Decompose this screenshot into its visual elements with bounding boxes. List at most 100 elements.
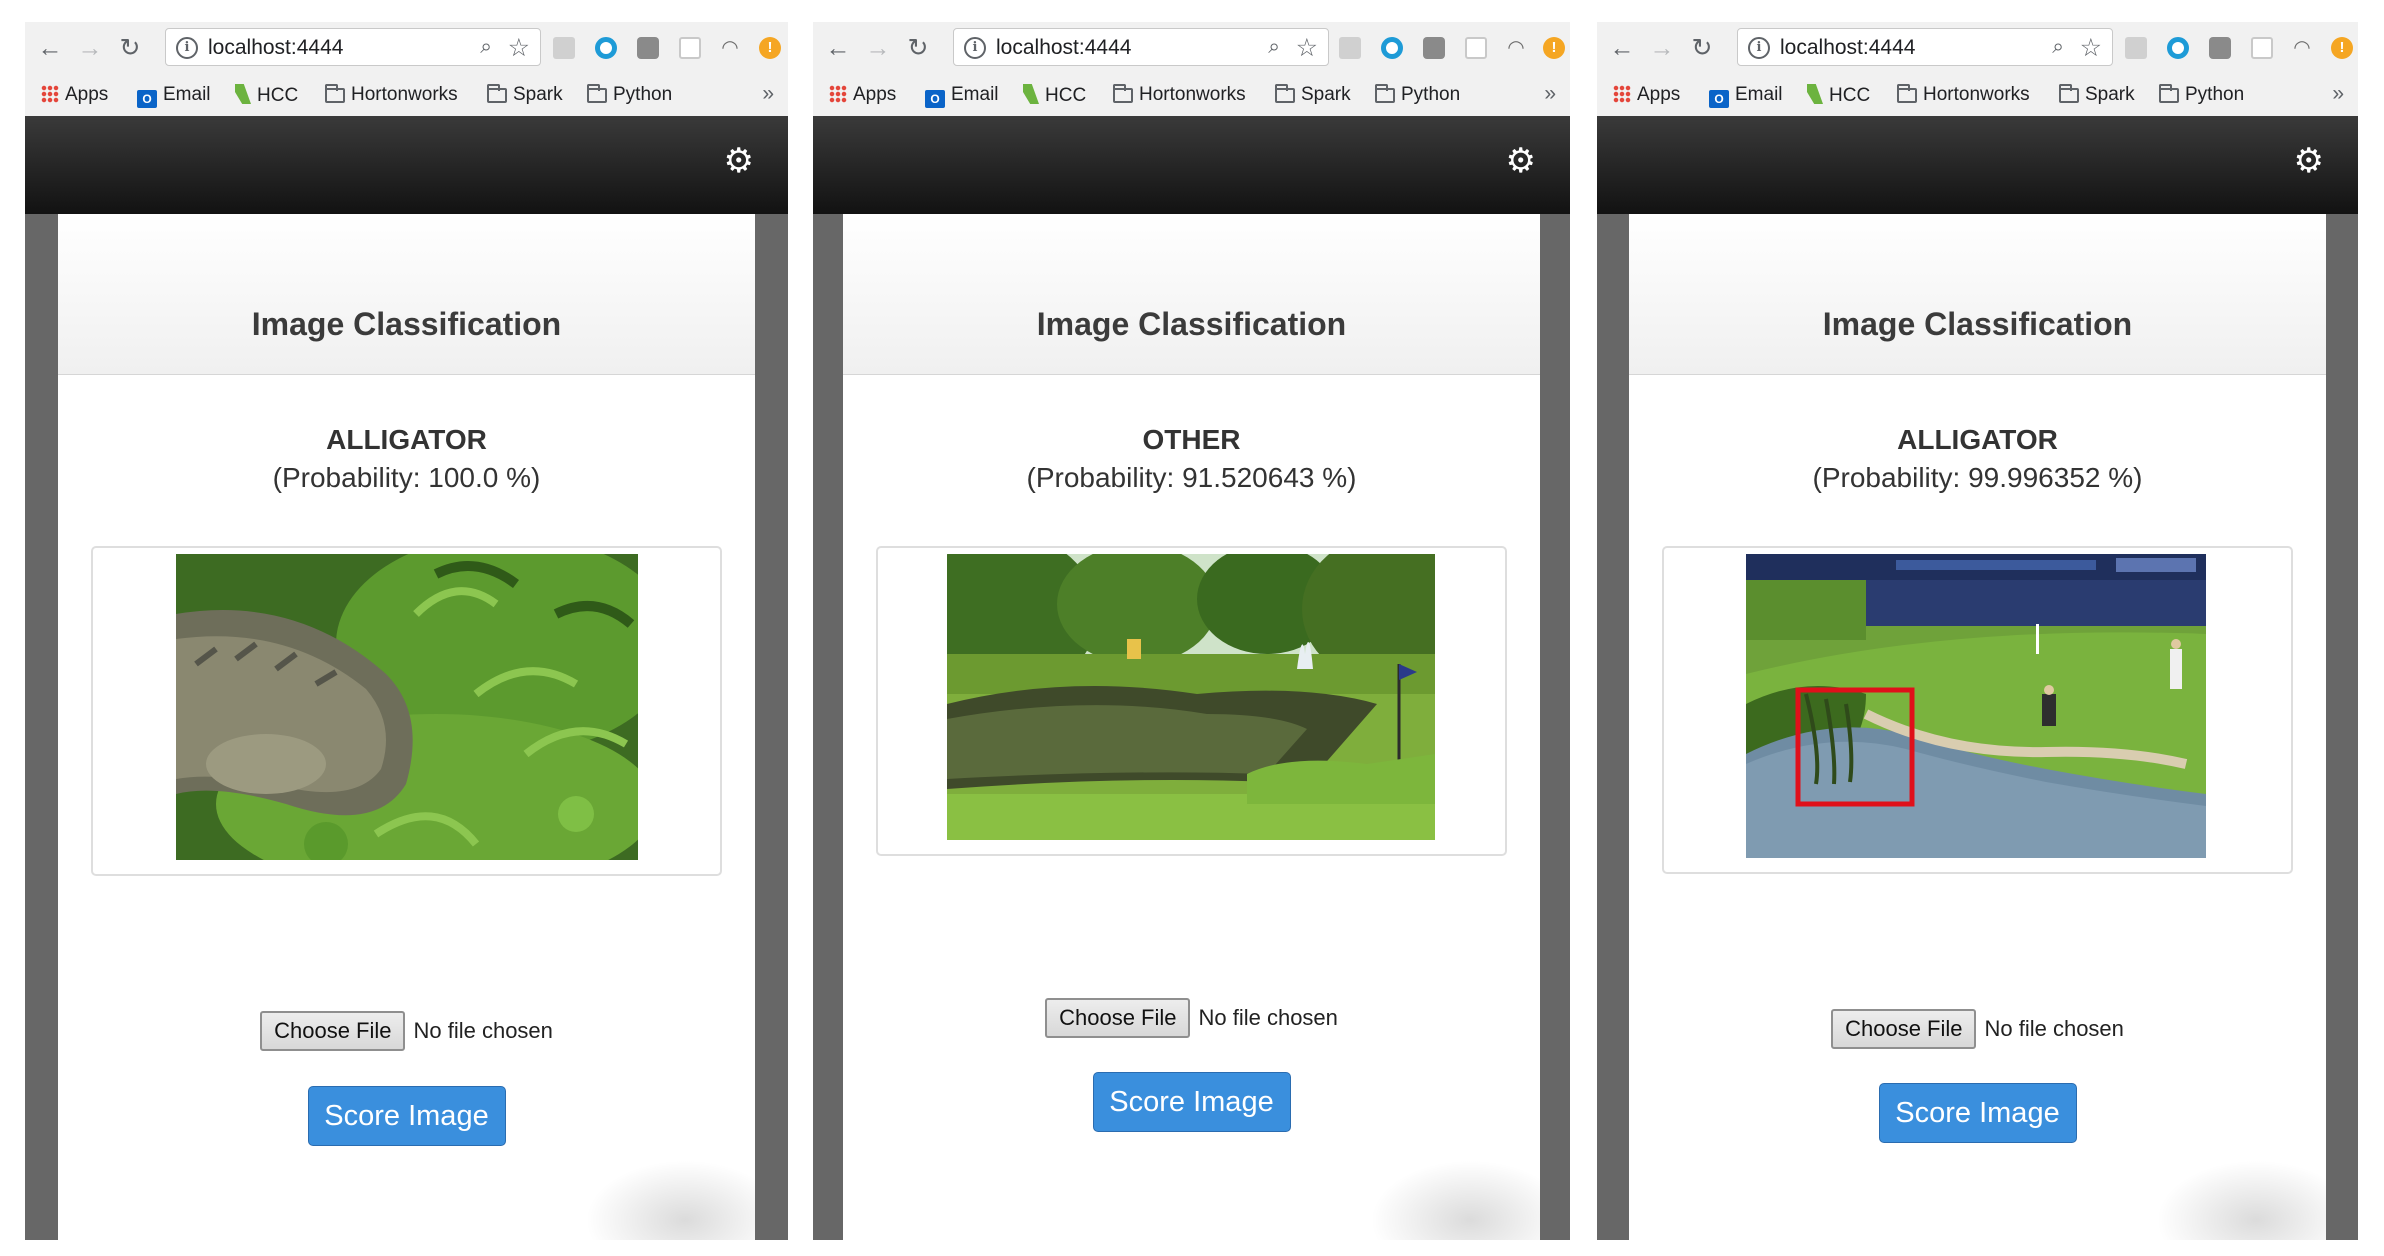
warning-icon[interactable]: !	[759, 37, 781, 59]
bookmark-label: HCC	[257, 85, 299, 106]
bookmark-hortonworks[interactable]: Hortonworks	[1897, 84, 2030, 106]
extension-icon[interactable]	[553, 37, 575, 59]
info-icon[interactable]: i	[1748, 37, 1770, 59]
card-shadow	[2156, 1160, 2326, 1240]
bookmark-label: Hortonworks	[1923, 84, 2030, 105]
bookmark-apps[interactable]: Apps	[829, 84, 896, 106]
choose-file-button[interactable]: Choose File	[1831, 1009, 1977, 1049]
bookmark-hortonworks[interactable]: Hortonworks	[325, 84, 458, 106]
folder-icon	[1375, 84, 1395, 103]
bookmark-spark[interactable]: Spark	[1275, 84, 1351, 106]
bookmark-star-icon[interactable]: ☆	[508, 33, 530, 63]
page-frame: Image Classification OTHER (Probability:…	[813, 214, 1570, 1240]
zoom-icon[interactable]: ⌕	[1268, 35, 1280, 59]
bookmark-email[interactable]: O Email	[925, 84, 999, 108]
forward-arrow-icon[interactable]: →	[1649, 35, 1675, 61]
image-preview-box	[91, 546, 722, 876]
wifi-icon[interactable]: ◠	[1505, 37, 1527, 59]
bookmark-hcc[interactable]: HCC	[1807, 84, 1870, 107]
extension-icon[interactable]	[679, 37, 701, 59]
bookmark-python[interactable]: Python	[1375, 84, 1460, 106]
choose-file-button[interactable]: Choose File	[1045, 998, 1191, 1038]
hcc-icon	[1023, 84, 1039, 104]
back-arrow-icon[interactable]: ←	[1609, 35, 1635, 61]
bookmark-star-icon[interactable]: ☆	[1296, 33, 1318, 63]
info-icon[interactable]: i	[176, 37, 198, 59]
extension-icon[interactable]	[2251, 37, 2273, 59]
prediction-label: OTHER	[1142, 424, 1241, 455]
classification-card: Image Classification ALLIGATOR (Probabil…	[58, 214, 755, 1240]
bookmark-star-icon[interactable]: ☆	[2080, 33, 2102, 63]
bookmark-label: HCC	[1829, 85, 1871, 106]
zoom-icon[interactable]: ⌕	[2052, 35, 2064, 59]
bookmark-python[interactable]: Python	[2159, 84, 2244, 106]
back-arrow-icon[interactable]: ←	[37, 35, 63, 61]
extension-icon[interactable]	[2125, 37, 2147, 59]
wifi-icon[interactable]: ◠	[2291, 37, 2313, 59]
folder-icon	[587, 84, 607, 103]
folder-icon	[1275, 84, 1295, 103]
file-input-row: Choose File No file chosen	[58, 1011, 755, 1051]
image-preview-box	[1662, 546, 2293, 874]
warning-icon[interactable]: !	[2331, 37, 2353, 59]
file-input-row: Choose File No file chosen	[1629, 1009, 2326, 1049]
folder-icon	[2159, 84, 2179, 103]
extension-icon[interactable]	[1339, 37, 1361, 59]
bookmarks-more-icon[interactable]: »	[1544, 82, 1556, 106]
extension-icon[interactable]	[1423, 37, 1445, 59]
bookmark-apps[interactable]: Apps	[41, 84, 108, 106]
bookmark-spark[interactable]: Spark	[2059, 84, 2135, 106]
bookmark-apps[interactable]: Apps	[1613, 84, 1680, 106]
warning-icon[interactable]: !	[1543, 37, 1565, 59]
folder-icon	[2059, 84, 2079, 103]
folder-icon	[325, 84, 345, 103]
forward-arrow-icon[interactable]: →	[865, 35, 891, 61]
bookmark-email[interactable]: O Email	[137, 84, 211, 108]
back-arrow-icon[interactable]: ←	[825, 35, 851, 61]
gear-icon[interactable]: ⚙	[2294, 144, 2324, 178]
forward-arrow-icon[interactable]: →	[77, 35, 103, 61]
address-row: ← → ↻ i localhost:4444 ⌕ ☆ ◠ !	[1597, 22, 2358, 74]
bookmark-spark[interactable]: Spark	[487, 84, 563, 106]
bookmarks-more-icon[interactable]: »	[2332, 82, 2344, 106]
extension-icon[interactable]	[637, 37, 659, 59]
extension-ring-icon[interactable]	[595, 37, 617, 59]
reload-icon[interactable]: ↻	[905, 35, 931, 61]
bookmark-email[interactable]: O Email	[1709, 84, 1783, 108]
address-row: ← → ↻ i localhost:4444 ⌕ ☆ ◠ !	[25, 22, 788, 74]
reload-icon[interactable]: ↻	[1689, 35, 1715, 61]
bookmark-hcc[interactable]: HCC	[1023, 84, 1086, 107]
outlook-icon: O	[1709, 90, 1729, 108]
bookmark-hcc[interactable]: HCC	[235, 84, 298, 107]
browser-chrome: ← → ↻ i localhost:4444 ⌕ ☆ ◠ ! Apps O Ema…	[1597, 22, 2358, 116]
apps-grid-icon	[1613, 85, 1631, 103]
info-icon[interactable]: i	[964, 37, 986, 59]
bookmarks-more-icon[interactable]: »	[762, 82, 774, 106]
score-image-button[interactable]: Score Image	[307, 1086, 506, 1146]
app-header: ⚙	[25, 116, 788, 214]
extension-icon[interactable]	[2209, 37, 2231, 59]
outlook-icon: O	[925, 90, 945, 108]
score-image-button[interactable]: Score Image	[1092, 1072, 1291, 1132]
extension-icon[interactable]	[1465, 37, 1487, 59]
gear-icon[interactable]: ⚙	[724, 144, 754, 178]
folder-icon	[487, 84, 507, 103]
page-title: Image Classification	[1822, 306, 2133, 342]
address-bar[interactable]: i localhost:4444 ⌕ ☆	[953, 28, 1329, 66]
bookmark-label: Hortonworks	[351, 84, 458, 105]
address-bar[interactable]: i localhost:4444 ⌕ ☆	[1737, 28, 2113, 66]
reload-icon[interactable]: ↻	[117, 35, 143, 61]
bookmark-python[interactable]: Python	[587, 84, 672, 106]
extension-ring-icon[interactable]	[2167, 37, 2189, 59]
gear-icon[interactable]: ⚙	[1506, 144, 1536, 178]
address-bar[interactable]: i localhost:4444 ⌕ ☆	[165, 28, 541, 66]
extension-ring-icon[interactable]	[1381, 37, 1403, 59]
zoom-icon[interactable]: ⌕	[480, 35, 492, 59]
browser-chrome: ← → ↻ i localhost:4444 ⌕ ☆ ◠ ! Apps O Ema…	[25, 22, 788, 116]
bookmark-hortonworks[interactable]: Hortonworks	[1113, 84, 1246, 106]
bookmarks-bar: Apps O Email HCC Hortonworks Spark Python…	[813, 74, 1570, 116]
wifi-icon[interactable]: ◠	[719, 37, 741, 59]
bookmark-label: Spark	[1301, 84, 1351, 105]
choose-file-button[interactable]: Choose File	[260, 1011, 406, 1051]
score-image-button[interactable]: Score Image	[1878, 1083, 2077, 1143]
